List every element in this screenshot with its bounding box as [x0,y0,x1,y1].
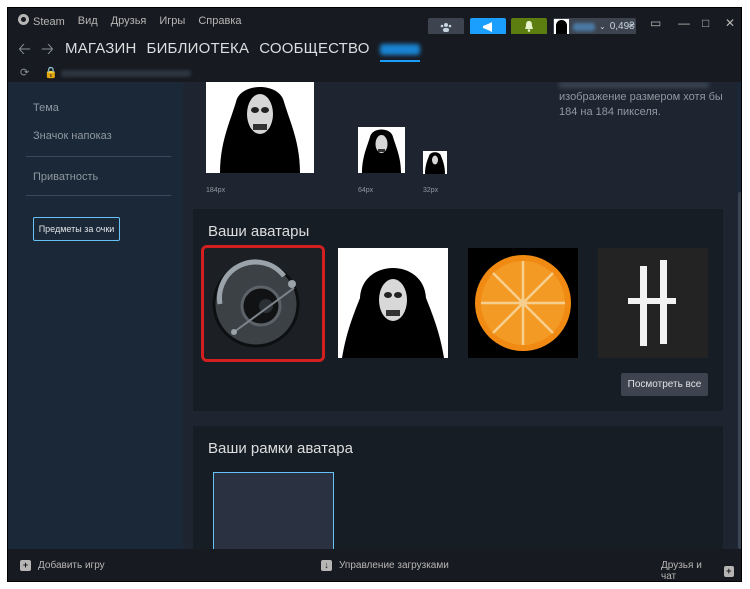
downloads-button[interactable]: ↓ Управление загрузками [321,560,449,571]
avatar-tile[interactable] [338,248,448,358]
nav-store[interactable]: МАГАЗИН [65,40,137,57]
nav-library[interactable]: БИБЛИОТЕКА [147,40,250,57]
add-game-button[interactable]: + Добавить игру [20,560,105,571]
friends-icon [440,22,452,32]
points-shop-button[interactable]: Предметы за очки [33,217,120,241]
sidebar-item-theme[interactable]: Тема [33,102,59,114]
steam-window: Steam Вид Друзья Игры Справка ⌄ 0,49₴ ▭ … [7,7,742,582]
avatar-tile[interactable] [598,248,708,358]
refresh-icon[interactable]: ⟳ [20,66,29,79]
avatar-tile-selected[interactable] [201,245,325,362]
your-avatar-frames-panel: Ваши рамки аватара [193,426,723,549]
hooded-figure-image [423,151,447,174]
avatar [554,19,569,34]
chevron-down-icon: ⌄ [599,22,606,31]
menu-games[interactable]: Игры [159,15,185,27]
scrollbar-thumb[interactable] [738,192,741,549]
username-blurred [573,22,595,31]
title-bar: Steam Вид Друзья Игры Справка ⌄ 0,49₴ ▭ … [8,8,741,35]
notifications-button[interactable] [511,18,547,35]
avatar-preview-large [206,82,314,173]
menu-friends[interactable]: Друзья [111,15,147,27]
scrollbar[interactable] [737,82,741,549]
friends-chat-label: Друзья и чат [661,560,702,582]
avatar-editor: 184px 64px 32px изображение размером хот… [183,82,741,549]
bell-icon [525,21,533,32]
back-arrow-icon[interactable]: 🡠 [18,38,31,65]
navigation-bar: 🡠 🡢 МАГАЗИН БИБЛИОТЕКА СООБЩЕСТВО [8,34,741,64]
close-icon[interactable]: ✕ [725,16,735,30]
nav-username-blurred[interactable] [379,40,420,62]
sidebar-item-showcase-badge[interactable]: Значок напоказ [33,130,112,142]
wallet-balance: 0,49₴ [609,21,635,32]
download-icon: ↓ [321,560,332,571]
url-blurred [61,70,191,77]
chat-icon: + [723,565,734,577]
big-picture-icon[interactable]: ▭ [650,16,661,30]
maximize-icon[interactable]: □ [702,16,709,30]
avatar-tile[interactable] [468,248,578,358]
profile-edit-sidebar: Тема Значок напоказ Приватность Предметы… [8,82,183,549]
section-title: Ваши рамки аватара [208,440,353,457]
plus-icon: + [20,560,31,571]
page-content: Тема Значок напоказ Приватность Предметы… [8,82,741,549]
divider [26,156,171,157]
menu-help[interactable]: Справка [198,15,241,27]
avatar-frame-slot[interactable] [213,472,334,549]
main-nav: МАГАЗИН БИБЛИОТЕКА СООБЩЕСТВО [65,40,430,62]
size-label-184: 184px [206,187,226,194]
add-game-label: Добавить игру [38,560,105,571]
hooded-figure-image [358,127,405,173]
sidebar-item-privacy[interactable]: Приватность [33,171,98,183]
hooded-figure-avatar [338,248,448,358]
size-label-64: 64px [358,187,374,194]
orange-slice-avatar [468,248,578,358]
downloads-label: Управление загрузками [339,560,449,571]
see-all-button[interactable]: Посмотреть все [621,373,708,396]
avatar-size-hint: изображение размером хотя бы 184 на 184 … [559,91,723,118]
steam-logo-icon [18,14,29,25]
account-menu[interactable]: ⌄ 0,49₴ [553,18,636,35]
hint-text-blurred [559,82,709,88]
friends-chat-button[interactable]: Друзья и чат + [661,560,741,582]
robot-sphere-avatar [204,248,322,359]
nav-community[interactable]: СООБЩЕСТВО [259,40,369,57]
avatar-preview-medium [358,127,405,173]
size-label-32: 32px [423,187,439,194]
megaphone-icon [483,21,492,32]
menu-view[interactable]: Вид [78,15,98,27]
divider [26,195,171,196]
friends-activity-button[interactable] [428,18,464,35]
section-title: Ваши аватары [208,223,310,240]
forward-arrow-icon[interactable]: 🡢 [41,38,54,65]
minimize-icon[interactable]: — [678,16,690,30]
dark-crosses-avatar [598,248,708,358]
avatar-preview-small [423,151,447,174]
hooded-figure-image [206,82,314,173]
menu-bar: Steam Вид Друзья Игры Справка [18,8,255,34]
announcements-button[interactable] [470,18,506,35]
your-avatars-panel: Ваши аватары Посмотреть все [193,209,723,411]
lock-icon: 🔒 [44,67,58,79]
url-bar: ⟳ 🔒 [8,64,741,82]
menu-steam[interactable]: Steam [18,14,65,28]
bottom-bar: + Добавить игру ↓ Управление загрузками … [8,549,741,582]
